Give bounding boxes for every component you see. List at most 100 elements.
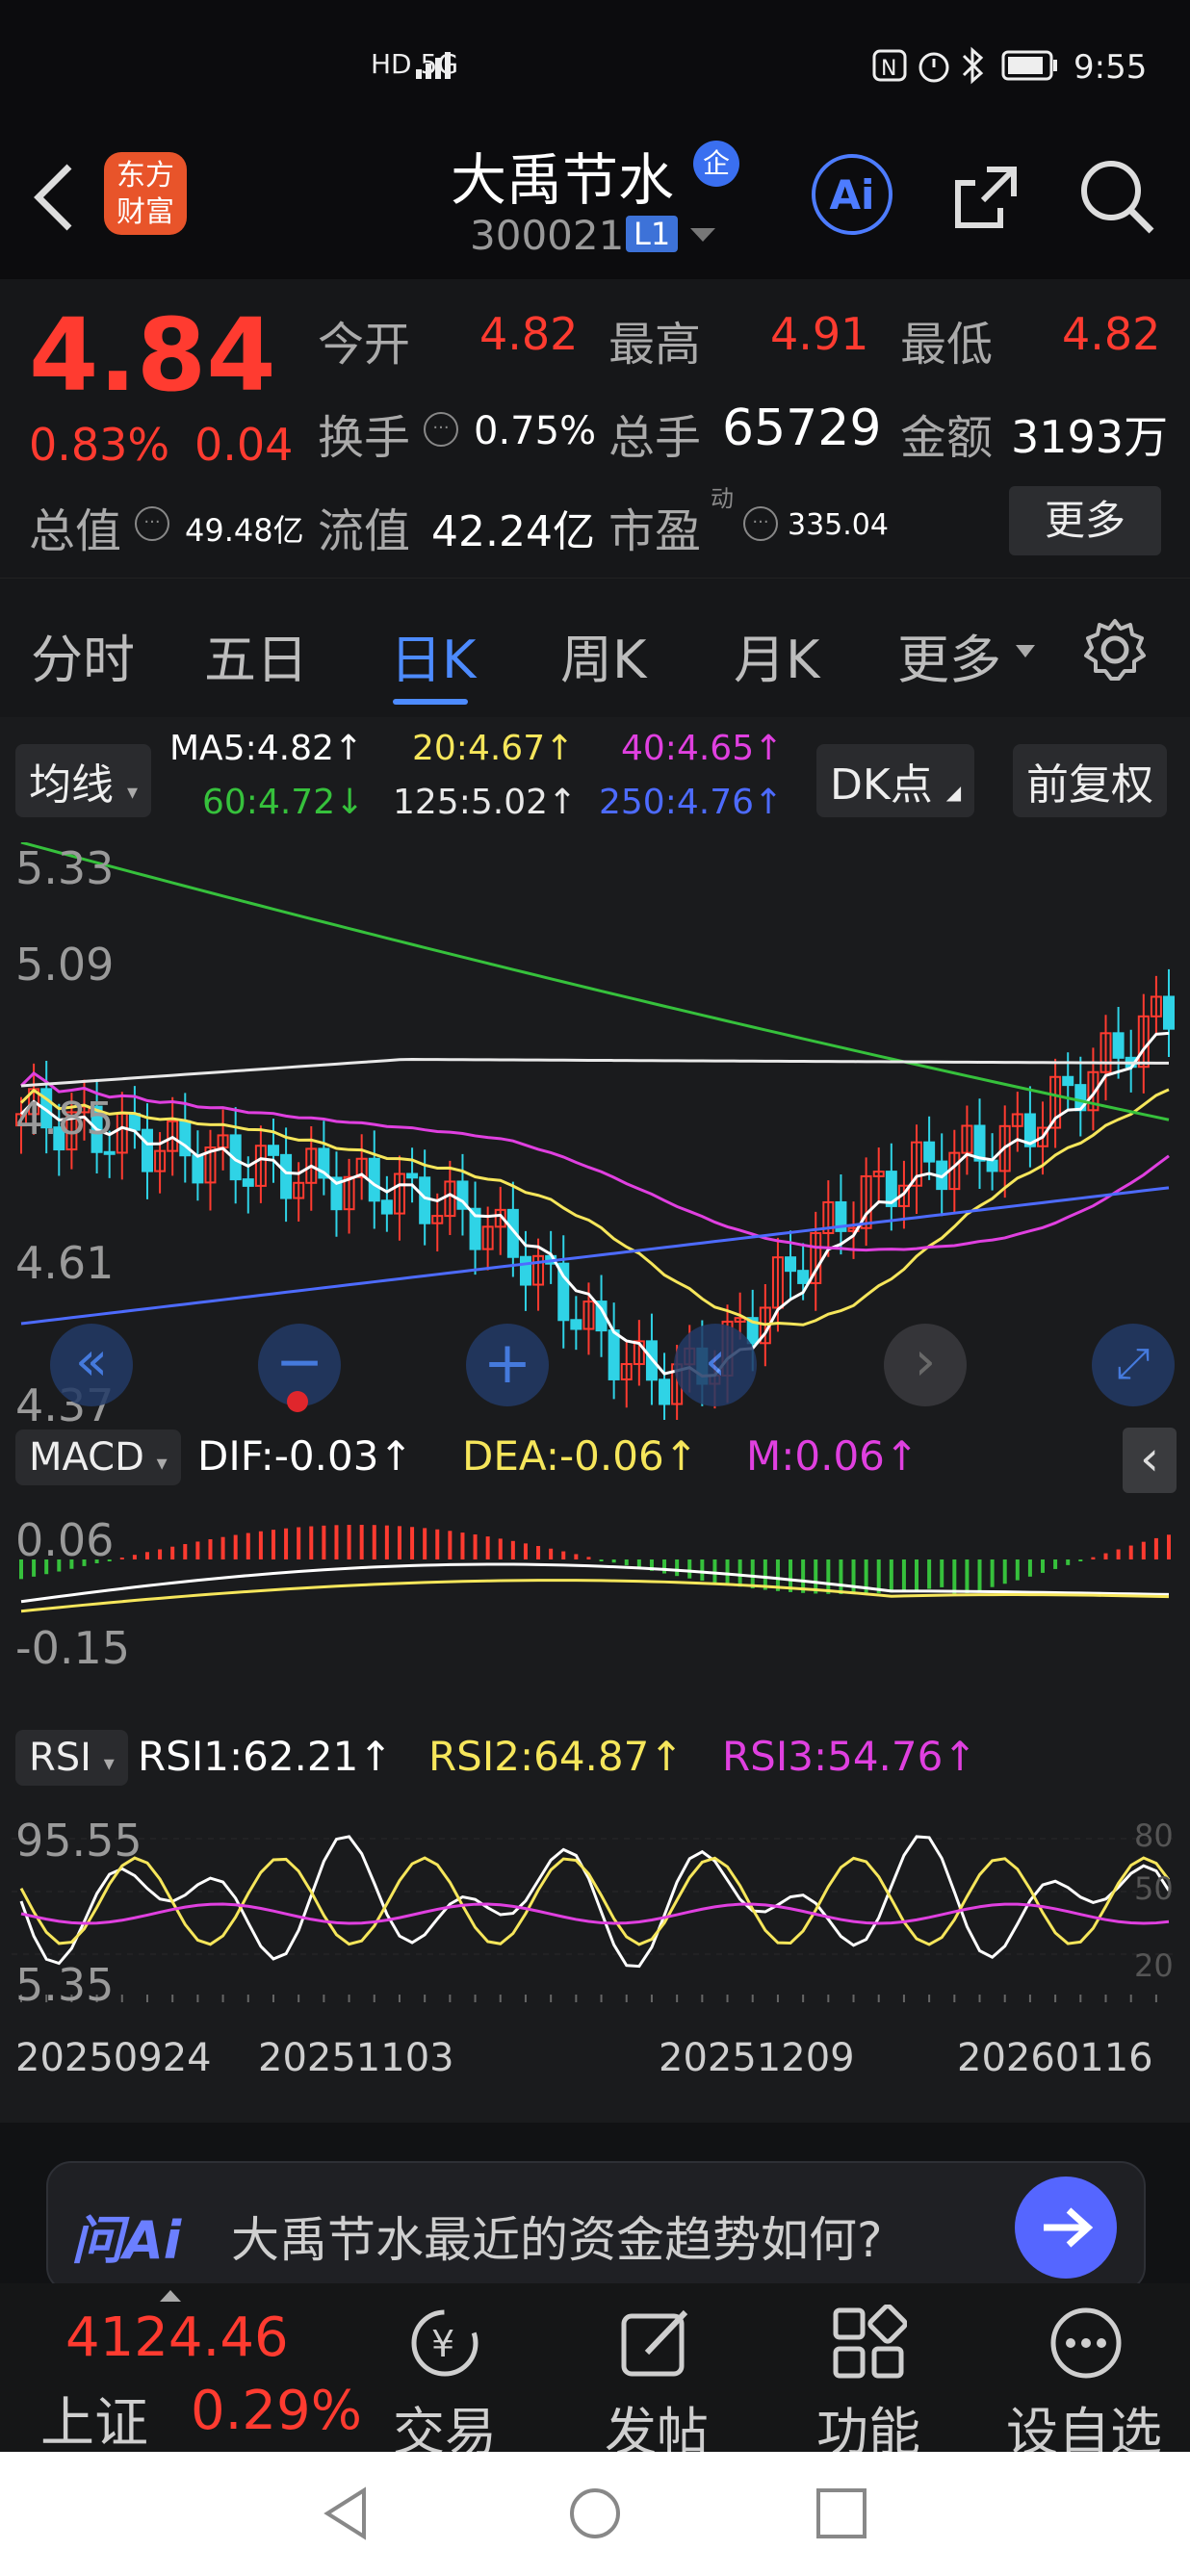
scroll-right-button[interactable]: › bbox=[884, 1324, 967, 1406]
tab-weekly-k[interactable]: 周K bbox=[560, 617, 646, 693]
macd-bar bbox=[901, 1559, 906, 1592]
tab-daily-k[interactable]: 日K bbox=[390, 617, 476, 693]
marker-dot bbox=[287, 1391, 308, 1412]
info-icon[interactable]: ··· bbox=[135, 506, 169, 541]
macd-bar bbox=[183, 1544, 188, 1559]
macd-bar bbox=[271, 1530, 275, 1559]
chevron-down-icon[interactable] bbox=[688, 226, 717, 245]
price-axis-label: 5.33 bbox=[15, 842, 115, 894]
zoom-in-button[interactable]: + bbox=[466, 1324, 549, 1406]
macd-axis-top: 0.06 bbox=[15, 1514, 115, 1566]
candle-body bbox=[797, 1270, 810, 1284]
macd-bar bbox=[561, 1551, 566, 1559]
price-axis-label: 5.09 bbox=[15, 939, 115, 991]
tab-five-day[interactable]: 五日 bbox=[204, 617, 308, 693]
macd-bar bbox=[624, 1559, 629, 1566]
candle-body bbox=[406, 1172, 419, 1179]
candle-body bbox=[1112, 1032, 1125, 1059]
zoom-out-fast-button[interactable]: « bbox=[50, 1324, 133, 1406]
mktcap-label: 总值 bbox=[29, 504, 122, 558]
macd-bar bbox=[523, 1543, 528, 1559]
enterprise-badge: 企 bbox=[693, 141, 739, 187]
edit-icon bbox=[621, 2309, 688, 2377]
share-icon[interactable] bbox=[948, 158, 1025, 235]
kline-chart-panel: 均线 ▾ MA5:4.82↑ 20:4.67↑ 40:4.65↑ 60:4.72… bbox=[0, 717, 1190, 2123]
volume-label: 总手 bbox=[608, 411, 702, 465]
nav-watchlist[interactable]: 设自选 bbox=[997, 2283, 1171, 2462]
kline-chart[interactable] bbox=[12, 842, 1178, 1420]
ma-selector-label: 均线 bbox=[29, 760, 114, 810]
index-change: 0.29% bbox=[191, 2380, 362, 2442]
macd-bar bbox=[195, 1541, 200, 1559]
candle-body bbox=[267, 1145, 279, 1156]
macd-bar bbox=[322, 1525, 326, 1559]
ai-assistant-button[interactable]: Ai bbox=[812, 154, 892, 235]
ma-selector[interactable]: 均线 ▾ bbox=[15, 744, 152, 817]
macd-bar bbox=[359, 1525, 364, 1559]
candle-body bbox=[659, 1378, 671, 1405]
candle-body bbox=[785, 1256, 797, 1273]
more-circle-icon bbox=[1050, 2307, 1122, 2379]
search-icon[interactable] bbox=[1076, 156, 1157, 237]
macd-bar bbox=[158, 1549, 163, 1559]
nav-trade[interactable]: ¥ 交易 bbox=[358, 2283, 531, 2462]
stock-name: 大禹节水 bbox=[451, 147, 675, 213]
candle-body bbox=[570, 1319, 582, 1330]
ai-send-button[interactable] bbox=[1015, 2177, 1117, 2279]
macd-bar bbox=[965, 1559, 970, 1594]
macd-bar bbox=[435, 1529, 440, 1559]
nav-functions[interactable]: 功能 bbox=[782, 2283, 955, 2462]
tab-monthly-k[interactable]: 月K bbox=[734, 617, 819, 693]
macd-bar bbox=[1015, 1559, 1020, 1581]
info-icon[interactable]: ··· bbox=[424, 412, 458, 447]
up-triangle-icon bbox=[160, 2290, 181, 2302]
rsi1-label: RSI1:62.21↑ bbox=[138, 1733, 393, 1780]
macd-selector[interactable]: MACD ▾ bbox=[15, 1430, 181, 1485]
collapse-panel-button[interactable]: ‹ bbox=[1123, 1428, 1177, 1493]
macd-bar bbox=[889, 1559, 893, 1593]
macd-bar bbox=[675, 1559, 680, 1577]
back-icon[interactable] bbox=[320, 2485, 374, 2542]
dropdown-icon[interactable] bbox=[1015, 644, 1036, 659]
macd-bar bbox=[1053, 1559, 1058, 1569]
recents-icon[interactable] bbox=[815, 2486, 868, 2540]
macd-bar bbox=[574, 1554, 579, 1559]
macd-chart[interactable] bbox=[12, 1502, 1178, 1670]
macd-bar bbox=[397, 1526, 401, 1559]
macd-bar bbox=[1002, 1559, 1007, 1584]
tab-intraday[interactable]: 分时 bbox=[31, 617, 135, 693]
tab-more[interactable]: 更多 bbox=[897, 617, 1001, 693]
candle-body bbox=[380, 1199, 393, 1215]
signal-icon bbox=[416, 52, 451, 79]
macd-bar bbox=[599, 1559, 604, 1561]
ai-prompt-bar[interactable]: 问Ai 大禹节水最近的资金趋势如何? bbox=[46, 2161, 1146, 2292]
macd-bar bbox=[510, 1540, 515, 1559]
macd-bar bbox=[1091, 1557, 1096, 1559]
ma40-label: 40:4.65↑ bbox=[621, 729, 784, 768]
macd-bar bbox=[826, 1559, 831, 1594]
gear-icon[interactable] bbox=[1080, 615, 1150, 684]
back-arrow-icon[interactable] bbox=[29, 159, 77, 236]
index-ticker[interactable]: 4124.46 上证 0.29% bbox=[0, 2283, 366, 2455]
fullscreen-button[interactable]: ⤢ bbox=[1092, 1324, 1175, 1406]
rsi-chart[interactable] bbox=[12, 1800, 1178, 2002]
level-badge[interactable]: L1 bbox=[626, 216, 679, 252]
svg-text:N: N bbox=[881, 57, 896, 81]
rsi-selector[interactable]: RSI ▾ bbox=[15, 1730, 128, 1786]
home-icon[interactable] bbox=[566, 2485, 624, 2542]
dk-point-button[interactable]: DK点 ◢ bbox=[816, 744, 975, 817]
price-axis-label: 4.61 bbox=[15, 1237, 115, 1289]
ma60-line bbox=[20, 842, 1170, 1121]
trade-icon: ¥ bbox=[411, 2309, 479, 2377]
candle-body bbox=[608, 1329, 620, 1380]
macd-bar bbox=[423, 1528, 427, 1559]
nav-post[interactable]: 发帖 bbox=[570, 2283, 743, 2462]
macd-bar bbox=[712, 1559, 717, 1584]
adjust-button[interactable]: 前复权 bbox=[1013, 744, 1167, 817]
info-icon[interactable]: ··· bbox=[743, 506, 778, 541]
candle-body bbox=[128, 1113, 141, 1131]
nfc-icon: N bbox=[872, 49, 907, 82]
scroll-left-button[interactable]: ‹ bbox=[674, 1324, 757, 1406]
rsi-level-20: 20 bbox=[1134, 1947, 1174, 1984]
more-button[interactable]: 更多 bbox=[1009, 486, 1161, 555]
